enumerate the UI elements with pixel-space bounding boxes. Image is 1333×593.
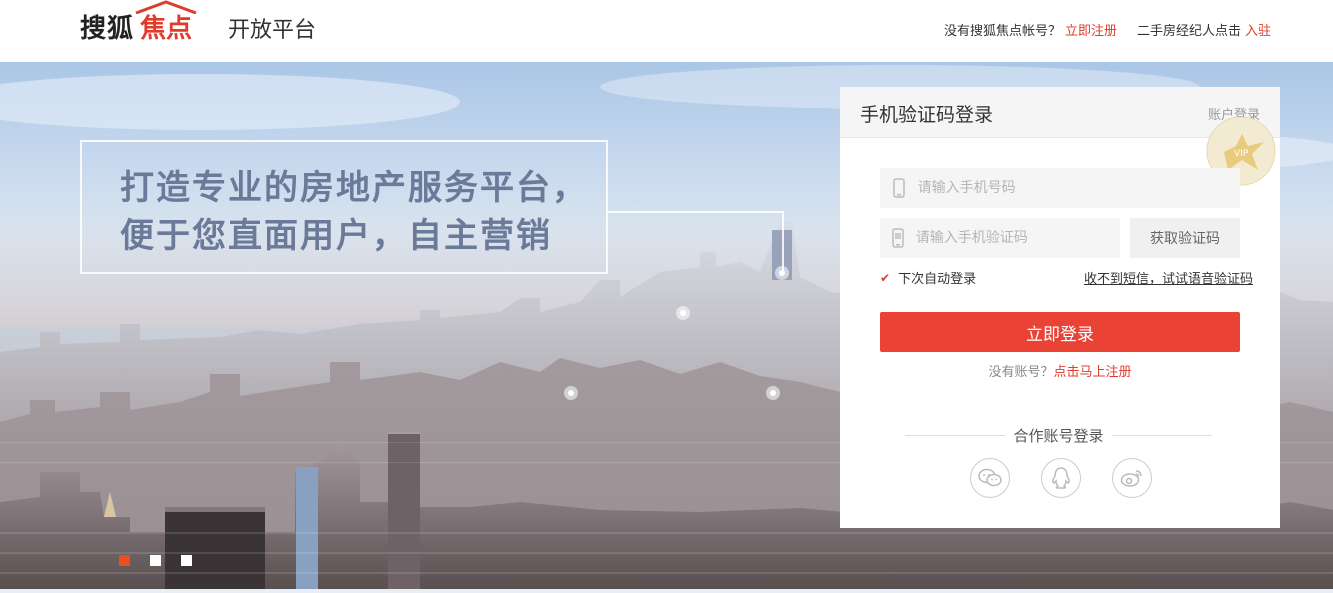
sms-code-icon xyxy=(880,228,916,248)
remember-label: 下次自动登录 xyxy=(898,272,977,287)
phone-field xyxy=(880,168,1240,208)
join-link[interactable]: 入驻 xyxy=(1245,20,1271,39)
no-account-label: 没有账号？ xyxy=(988,365,1054,380)
qq-login-button[interactable] xyxy=(1041,458,1081,498)
checkmark-icon[interactable]: ✔ xyxy=(880,271,890,285)
weibo-icon xyxy=(1120,470,1142,487)
carousel-dot[interactable] xyxy=(181,555,192,566)
register-link[interactable]: 立即注册 xyxy=(1065,20,1117,39)
top-links: 没有搜狐焦点帐号？ 立即注册 二手房经纪人点击 入驻 xyxy=(944,20,1271,39)
logo[interactable]: 搜狐 焦点 xyxy=(80,0,197,46)
logo-sohu-text: 搜狐 xyxy=(80,13,135,44)
wechat-icon xyxy=(978,468,1002,487)
qq-icon xyxy=(1052,467,1070,489)
platform-title: 开放平台 xyxy=(228,18,317,43)
divider-line xyxy=(1112,435,1212,436)
code-input[interactable] xyxy=(915,230,1120,246)
banner-slogan: 打造专业的房地产服务平台， 便于您直面用户，自主营销 xyxy=(120,164,588,260)
get-code-button[interactable]: 获取验证码 xyxy=(1130,218,1240,258)
carousel-dot[interactable] xyxy=(119,555,130,566)
code-field xyxy=(880,218,1120,258)
carousel-dots xyxy=(119,555,192,566)
map-marker xyxy=(676,306,690,320)
map-marker xyxy=(766,386,780,400)
bottom-strip xyxy=(0,589,1333,593)
login-title: 手机验证码登录 xyxy=(860,104,994,126)
connector-line xyxy=(608,211,783,213)
voice-code-link[interactable]: 收不到短信，试试语音验证码 xyxy=(1084,268,1253,287)
register-now-link[interactable]: 点击马上注册 xyxy=(1054,365,1132,380)
partner-login-divider: 合作账号登录 xyxy=(905,425,1212,445)
phone-icon xyxy=(880,178,918,198)
svg-text:VIP: VIP xyxy=(1234,149,1249,159)
register-prompt: 没有账号？点击马上注册 xyxy=(880,361,1240,380)
phone-input[interactable] xyxy=(917,180,1240,196)
slogan-line-1: 打造专业的房地产服务平台， xyxy=(120,168,588,208)
login-submit-button[interactable]: 立即登录 xyxy=(880,312,1240,352)
slogan-line-2: 便于您直面用户，自主营销 xyxy=(120,216,552,256)
wechat-login-button[interactable] xyxy=(970,458,1010,498)
weibo-login-button[interactable] xyxy=(1112,458,1152,498)
roof-icon xyxy=(135,0,197,14)
map-marker xyxy=(564,386,578,400)
logo-focus-text: 焦点 xyxy=(135,0,197,45)
remember-login[interactable]: ✔ 下次自动登录 xyxy=(880,268,977,288)
top-header: 搜狐 焦点 开放平台 没有搜狐焦点帐号？ 立即注册 二手房经纪人点击 入驻 xyxy=(0,0,1333,62)
carousel-dot[interactable] xyxy=(150,555,161,566)
connector-line xyxy=(782,211,784,271)
no-account-text: 没有搜狐焦点帐号？ xyxy=(943,24,1061,39)
agent-text: 二手房经纪人点击 xyxy=(1136,24,1241,39)
